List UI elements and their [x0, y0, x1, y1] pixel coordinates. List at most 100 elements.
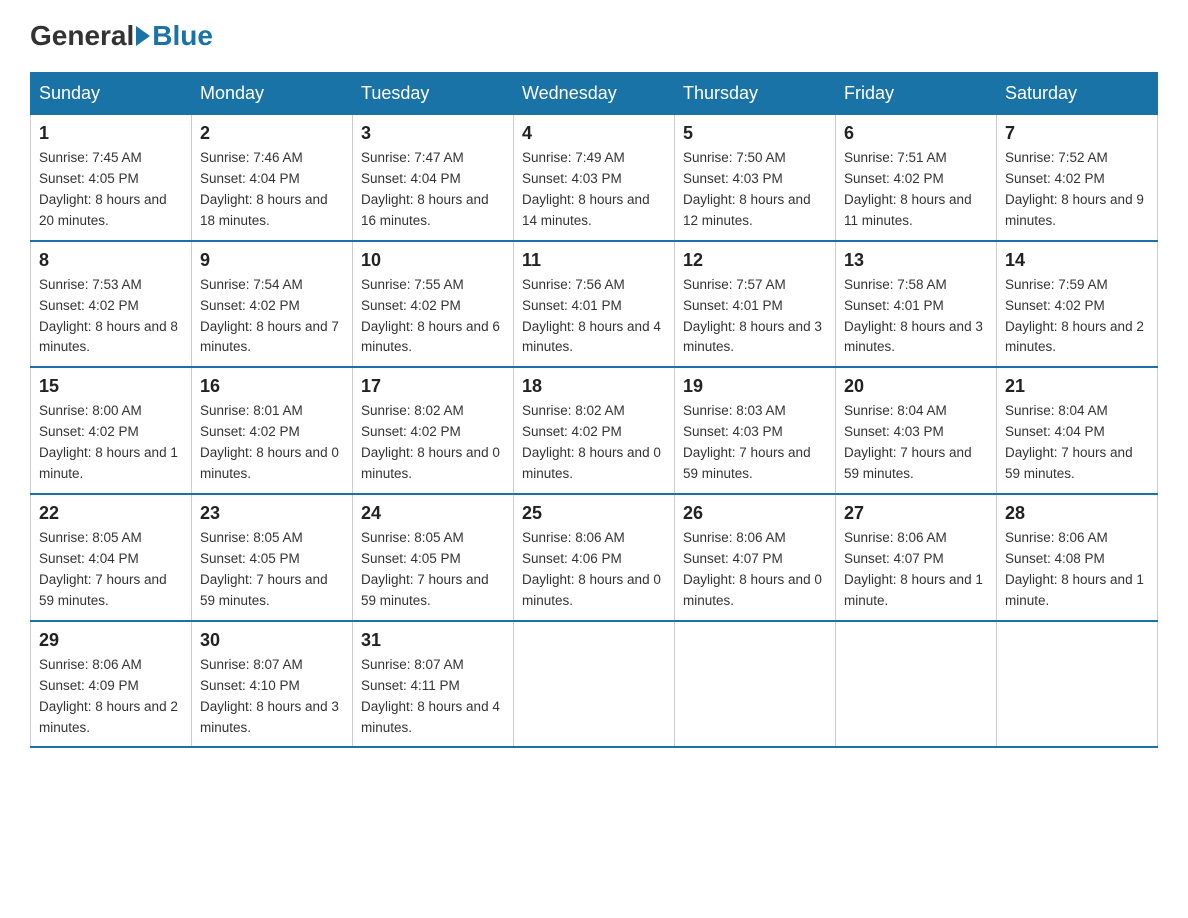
calendar-day-cell: 20 Sunrise: 8:04 AMSunset: 4:03 PMDaylig…	[836, 367, 997, 494]
calendar-day-cell: 9 Sunrise: 7:54 AMSunset: 4:02 PMDayligh…	[192, 241, 353, 368]
day-number: 10	[361, 250, 505, 271]
day-number: 14	[1005, 250, 1149, 271]
calendar-day-cell: 3 Sunrise: 7:47 AMSunset: 4:04 PMDayligh…	[353, 115, 514, 241]
day-info: Sunrise: 7:52 AMSunset: 4:02 PMDaylight:…	[1005, 150, 1144, 228]
day-info: Sunrise: 7:54 AMSunset: 4:02 PMDaylight:…	[200, 277, 339, 355]
day-info: Sunrise: 8:04 AMSunset: 4:03 PMDaylight:…	[844, 403, 972, 481]
calendar-day-cell: 17 Sunrise: 8:02 AMSunset: 4:02 PMDaylig…	[353, 367, 514, 494]
logo-blue-text: Blue	[152, 20, 213, 52]
day-number: 5	[683, 123, 827, 144]
calendar-week-row: 22 Sunrise: 8:05 AMSunset: 4:04 PMDaylig…	[31, 494, 1158, 621]
day-info: Sunrise: 8:06 AMSunset: 4:06 PMDaylight:…	[522, 530, 661, 608]
day-number: 31	[361, 630, 505, 651]
day-info: Sunrise: 8:00 AMSunset: 4:02 PMDaylight:…	[39, 403, 178, 481]
day-info: Sunrise: 8:02 AMSunset: 4:02 PMDaylight:…	[361, 403, 500, 481]
day-number: 12	[683, 250, 827, 271]
day-info: Sunrise: 8:06 AMSunset: 4:08 PMDaylight:…	[1005, 530, 1144, 608]
calendar-day-cell: 29 Sunrise: 8:06 AMSunset: 4:09 PMDaylig…	[31, 621, 192, 748]
day-number: 28	[1005, 503, 1149, 524]
header-saturday: Saturday	[997, 73, 1158, 115]
day-info: Sunrise: 8:02 AMSunset: 4:02 PMDaylight:…	[522, 403, 661, 481]
header-tuesday: Tuesday	[353, 73, 514, 115]
calendar-day-cell	[997, 621, 1158, 748]
logo: General Blue	[30, 20, 213, 52]
logo-arrow-icon	[136, 26, 150, 46]
day-info: Sunrise: 8:05 AMSunset: 4:05 PMDaylight:…	[361, 530, 489, 608]
day-number: 26	[683, 503, 827, 524]
day-info: Sunrise: 7:57 AMSunset: 4:01 PMDaylight:…	[683, 277, 822, 355]
day-number: 18	[522, 376, 666, 397]
day-info: Sunrise: 8:06 AMSunset: 4:07 PMDaylight:…	[844, 530, 983, 608]
day-number: 20	[844, 376, 988, 397]
calendar-day-cell: 5 Sunrise: 7:50 AMSunset: 4:03 PMDayligh…	[675, 115, 836, 241]
day-number: 30	[200, 630, 344, 651]
calendar-day-cell: 31 Sunrise: 8:07 AMSunset: 4:11 PMDaylig…	[353, 621, 514, 748]
calendar-day-cell: 4 Sunrise: 7:49 AMSunset: 4:03 PMDayligh…	[514, 115, 675, 241]
day-number: 24	[361, 503, 505, 524]
calendar-day-cell: 30 Sunrise: 8:07 AMSunset: 4:10 PMDaylig…	[192, 621, 353, 748]
day-number: 17	[361, 376, 505, 397]
calendar-day-cell: 25 Sunrise: 8:06 AMSunset: 4:06 PMDaylig…	[514, 494, 675, 621]
day-info: Sunrise: 7:56 AMSunset: 4:01 PMDaylight:…	[522, 277, 661, 355]
day-info: Sunrise: 7:59 AMSunset: 4:02 PMDaylight:…	[1005, 277, 1144, 355]
day-number: 27	[844, 503, 988, 524]
day-info: Sunrise: 8:07 AMSunset: 4:11 PMDaylight:…	[361, 657, 500, 735]
day-number: 15	[39, 376, 183, 397]
day-number: 13	[844, 250, 988, 271]
day-number: 3	[361, 123, 505, 144]
day-info: Sunrise: 7:55 AMSunset: 4:02 PMDaylight:…	[361, 277, 500, 355]
day-number: 23	[200, 503, 344, 524]
day-number: 1	[39, 123, 183, 144]
day-info: Sunrise: 8:05 AMSunset: 4:04 PMDaylight:…	[39, 530, 167, 608]
day-info: Sunrise: 8:06 AMSunset: 4:09 PMDaylight:…	[39, 657, 178, 735]
calendar-day-cell: 7 Sunrise: 7:52 AMSunset: 4:02 PMDayligh…	[997, 115, 1158, 241]
header-monday: Monday	[192, 73, 353, 115]
day-info: Sunrise: 7:58 AMSunset: 4:01 PMDaylight:…	[844, 277, 983, 355]
calendar-day-cell: 13 Sunrise: 7:58 AMSunset: 4:01 PMDaylig…	[836, 241, 997, 368]
calendar-day-cell	[514, 621, 675, 748]
day-info: Sunrise: 7:49 AMSunset: 4:03 PMDaylight:…	[522, 150, 650, 228]
calendar-day-cell: 24 Sunrise: 8:05 AMSunset: 4:05 PMDaylig…	[353, 494, 514, 621]
calendar-day-cell: 8 Sunrise: 7:53 AMSunset: 4:02 PMDayligh…	[31, 241, 192, 368]
day-info: Sunrise: 7:53 AMSunset: 4:02 PMDaylight:…	[39, 277, 178, 355]
day-number: 8	[39, 250, 183, 271]
day-info: Sunrise: 7:45 AMSunset: 4:05 PMDaylight:…	[39, 150, 167, 228]
day-info: Sunrise: 7:51 AMSunset: 4:02 PMDaylight:…	[844, 150, 972, 228]
day-number: 16	[200, 376, 344, 397]
calendar-day-cell: 1 Sunrise: 7:45 AMSunset: 4:05 PMDayligh…	[31, 115, 192, 241]
calendar-day-cell: 16 Sunrise: 8:01 AMSunset: 4:02 PMDaylig…	[192, 367, 353, 494]
day-number: 2	[200, 123, 344, 144]
day-number: 9	[200, 250, 344, 271]
day-number: 21	[1005, 376, 1149, 397]
calendar-day-cell: 28 Sunrise: 8:06 AMSunset: 4:08 PMDaylig…	[997, 494, 1158, 621]
calendar-day-cell: 21 Sunrise: 8:04 AMSunset: 4:04 PMDaylig…	[997, 367, 1158, 494]
calendar-week-row: 1 Sunrise: 7:45 AMSunset: 4:05 PMDayligh…	[31, 115, 1158, 241]
calendar-day-cell: 12 Sunrise: 7:57 AMSunset: 4:01 PMDaylig…	[675, 241, 836, 368]
page-header: General Blue	[30, 20, 1158, 52]
day-info: Sunrise: 8:07 AMSunset: 4:10 PMDaylight:…	[200, 657, 339, 735]
day-number: 22	[39, 503, 183, 524]
calendar-week-row: 15 Sunrise: 8:00 AMSunset: 4:02 PMDaylig…	[31, 367, 1158, 494]
calendar-day-cell: 2 Sunrise: 7:46 AMSunset: 4:04 PMDayligh…	[192, 115, 353, 241]
day-number: 4	[522, 123, 666, 144]
header-thursday: Thursday	[675, 73, 836, 115]
calendar-day-cell	[675, 621, 836, 748]
day-info: Sunrise: 8:01 AMSunset: 4:02 PMDaylight:…	[200, 403, 339, 481]
calendar-table: Sunday Monday Tuesday Wednesday Thursday…	[30, 72, 1158, 748]
header-sunday: Sunday	[31, 73, 192, 115]
calendar-day-cell: 18 Sunrise: 8:02 AMSunset: 4:02 PMDaylig…	[514, 367, 675, 494]
calendar-week-row: 29 Sunrise: 8:06 AMSunset: 4:09 PMDaylig…	[31, 621, 1158, 748]
day-info: Sunrise: 8:06 AMSunset: 4:07 PMDaylight:…	[683, 530, 822, 608]
header-friday: Friday	[836, 73, 997, 115]
calendar-day-cell: 11 Sunrise: 7:56 AMSunset: 4:01 PMDaylig…	[514, 241, 675, 368]
day-number: 19	[683, 376, 827, 397]
calendar-day-cell: 27 Sunrise: 8:06 AMSunset: 4:07 PMDaylig…	[836, 494, 997, 621]
calendar-day-cell: 6 Sunrise: 7:51 AMSunset: 4:02 PMDayligh…	[836, 115, 997, 241]
day-info: Sunrise: 7:47 AMSunset: 4:04 PMDaylight:…	[361, 150, 489, 228]
day-number: 11	[522, 250, 666, 271]
day-info: Sunrise: 7:46 AMSunset: 4:04 PMDaylight:…	[200, 150, 328, 228]
day-info: Sunrise: 8:04 AMSunset: 4:04 PMDaylight:…	[1005, 403, 1133, 481]
calendar-day-cell: 23 Sunrise: 8:05 AMSunset: 4:05 PMDaylig…	[192, 494, 353, 621]
calendar-day-cell	[836, 621, 997, 748]
calendar-day-cell: 26 Sunrise: 8:06 AMSunset: 4:07 PMDaylig…	[675, 494, 836, 621]
